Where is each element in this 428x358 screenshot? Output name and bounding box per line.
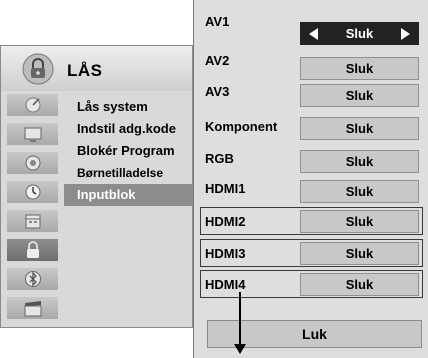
padlock-icon	[22, 53, 54, 85]
value-button-component[interactable]: Sluk	[300, 117, 419, 140]
menu-item-lock-system[interactable]: Lås system	[64, 96, 192, 118]
value-button-hdmi2[interactable]: Sluk	[300, 210, 419, 233]
menu-item-block-program[interactable]: Blokér Program	[64, 140, 192, 162]
row-label-hdmi4: HDMI4	[205, 277, 246, 292]
bluetooth-icon[interactable]	[7, 268, 58, 290]
speaker-icon[interactable]	[7, 152, 58, 174]
lock-menu-header: LÅS	[1, 46, 192, 91]
row-label-rgb: RGB	[205, 151, 234, 166]
padlock-icon[interactable]	[7, 239, 58, 261]
menu-item-parental-control[interactable]: Børnetilladelse	[64, 162, 192, 184]
arrow-right-icon[interactable]	[401, 28, 410, 40]
value-button-hdmi3[interactable]: Sluk	[300, 242, 419, 265]
calendar-icon[interactable]	[7, 210, 58, 232]
value-button-rgb[interactable]: Sluk	[300, 150, 419, 173]
clock-icon[interactable]	[7, 181, 58, 203]
input-block-panel: AV1 Sluk AV2 Sluk AV3 Sluk Komponent Slu…	[193, 0, 428, 358]
arrow-left-icon[interactable]	[309, 28, 318, 40]
arrow-down-icon	[234, 344, 246, 354]
clapperboard-icon[interactable]	[7, 297, 58, 319]
row-label-av1: AV1	[205, 14, 230, 29]
value-button-av3[interactable]: Sluk	[300, 84, 419, 107]
side-icon-column	[7, 94, 58, 324]
lock-menu-title: LÅS	[67, 61, 103, 80]
row-label-hdmi1: HDMI1	[205, 181, 246, 196]
menu-item-input-block[interactable]: Inputblok	[64, 184, 192, 206]
value-button-hdmi1[interactable]: Sluk	[300, 180, 419, 203]
value-button-av2[interactable]: Sluk	[300, 57, 419, 80]
lock-menu: LÅS Lås system Indstil adg.kode Blokér P…	[0, 45, 193, 328]
value-button-hdmi4[interactable]: Sluk	[300, 273, 419, 296]
value-button-av1[interactable]: Sluk	[300, 22, 419, 45]
satellite-dish-icon[interactable]	[7, 94, 58, 116]
menu-item-set-password[interactable]: Indstil adg.kode	[64, 118, 192, 140]
pointer-line	[239, 292, 241, 347]
row-label-av3: AV3	[205, 84, 230, 99]
row-label-av2: AV2	[205, 53, 230, 68]
row-label-hdmi3: HDMI3	[205, 246, 246, 261]
tv-screen-icon[interactable]	[7, 123, 58, 145]
row-label-hdmi2: HDMI2	[205, 214, 246, 229]
row-label-component: Komponent	[205, 119, 278, 134]
